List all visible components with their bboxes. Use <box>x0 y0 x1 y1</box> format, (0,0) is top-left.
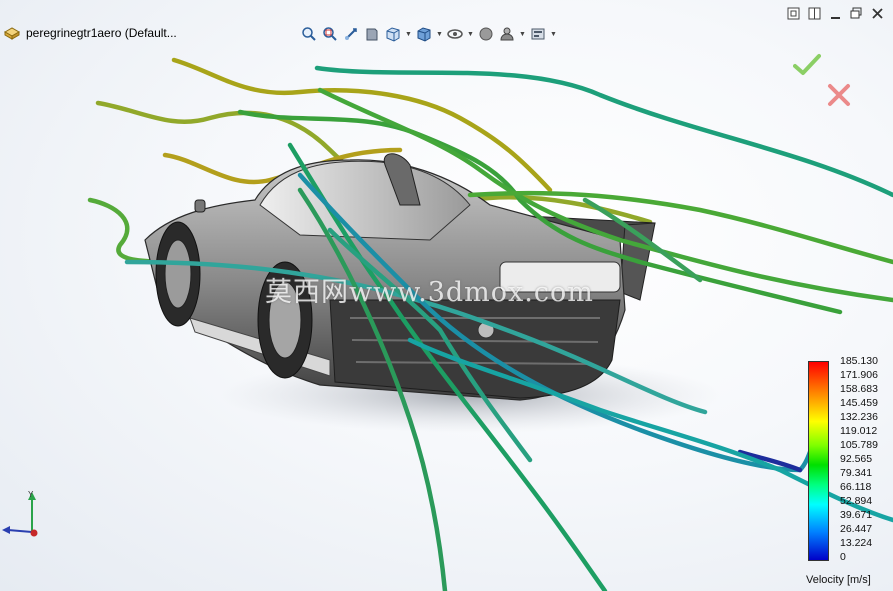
assembly-icon <box>4 27 20 40</box>
maximize-icon[interactable] <box>849 6 864 21</box>
svg-text:Y: Y <box>28 490 34 499</box>
chevron-down-icon[interactable]: ▼ <box>550 25 557 43</box>
edit-appearance-icon[interactable] <box>477 25 495 43</box>
feature-tree-root[interactable]: peregrinegtr1aero (Default... <box>4 24 177 42</box>
legend-tick: 105.789 <box>840 439 878 451</box>
zoom-to-area-icon[interactable] <box>321 25 339 43</box>
cancel-x-icon[interactable] <box>826 82 852 108</box>
reference-triad-icon: Y <box>2 490 38 537</box>
watermark-text: 莫西网www.3dmox.com <box>265 277 594 308</box>
legend-tick: 52.894 <box>840 495 873 507</box>
accept-checkmark-icon[interactable] <box>793 53 821 77</box>
view-orientation-icon[interactable] <box>384 25 402 43</box>
legend-tick: 92.565 <box>840 453 873 465</box>
hide-show-items-icon[interactable] <box>446 25 464 43</box>
legend-tick: 13.224 <box>840 537 873 549</box>
legend-tick: 79.341 <box>840 467 873 479</box>
section-view-icon[interactable] <box>363 25 381 43</box>
chevron-down-icon[interactable]: ▼ <box>519 25 526 43</box>
zoom-to-fit-icon[interactable] <box>300 25 318 43</box>
legend-tick: 132.236 <box>840 411 878 423</box>
window-controls <box>786 6 885 21</box>
legend-tick: 66.118 <box>840 481 872 493</box>
chevron-down-icon[interactable]: ▼ <box>436 25 443 43</box>
view-settings-icon[interactable] <box>529 25 547 43</box>
minimize-icon[interactable] <box>828 6 843 21</box>
legend-title: Velocity [m/s] <box>806 574 871 586</box>
legend-tick: 39.671 <box>840 509 873 521</box>
heads-up-view-toolbar: ▼ ▼ ▼ ▼ ▼ <box>300 25 557 43</box>
restore-icon[interactable] <box>786 6 801 21</box>
close-icon[interactable] <box>870 6 885 21</box>
legend-tick: 171.906 <box>840 369 878 381</box>
velocity-legend: 185.130 171.906 158.683 145.459 132.236 … <box>806 355 892 591</box>
chevron-down-icon[interactable]: ▼ <box>405 25 412 43</box>
legend-tick: 119.012 <box>840 425 878 437</box>
document-title: peregrinegtr1aero (Default... <box>26 26 177 40</box>
apply-scene-icon[interactable] <box>498 25 516 43</box>
tile-icon[interactable] <box>807 6 822 21</box>
legend-tick: 0 <box>840 551 846 563</box>
display-style-icon[interactable] <box>415 25 433 43</box>
legend-tick: 158.683 <box>840 383 878 395</box>
legend-tick: 26.447 <box>840 523 873 535</box>
legend-tick: 145.459 <box>840 397 878 409</box>
previous-view-icon[interactable] <box>342 25 360 43</box>
color-scale-bar <box>808 361 829 561</box>
legend-tick: 185.130 <box>840 355 878 367</box>
chevron-down-icon[interactable]: ▼ <box>467 25 474 43</box>
